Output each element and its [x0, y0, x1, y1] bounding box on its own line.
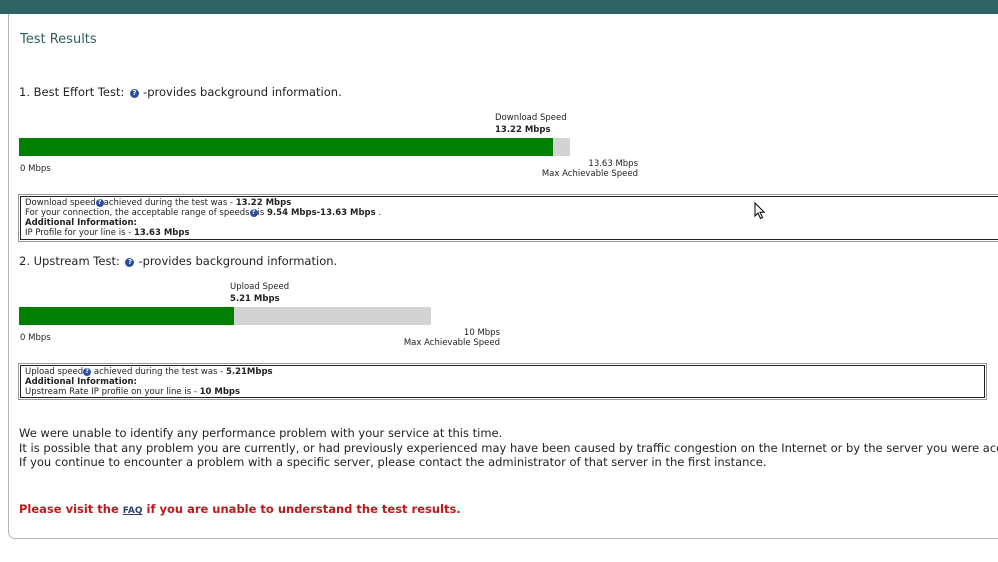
- faq-link[interactable]: FAQ: [123, 506, 143, 516]
- upload-info-line-1: Upload speed? achieved during the test w…: [25, 367, 980, 377]
- best-effort-heading: 1. Best Effort Test: ? -provides backgrou…: [19, 85, 342, 99]
- upstream-heading: 2. Upstream Test: ? -provides background …: [19, 254, 337, 268]
- top-header-bar: [0, 0, 998, 14]
- range-help-icon[interactable]: ?: [249, 209, 258, 217]
- download-info-prefix: Download speed: [25, 198, 96, 208]
- result-message-line-1: We were unable to identify any performan…: [19, 426, 503, 440]
- upload-info-box: Upload speed? achieved during the test w…: [18, 363, 987, 400]
- upload-speed-value: 5.21 Mbps: [230, 294, 280, 304]
- download-max-label: 13.63 Mbps: [588, 159, 638, 169]
- upload-max-label: 10 Mbps: [463, 328, 500, 338]
- upload-min-label: 0 Mbps: [20, 333, 51, 343]
- faq-notice: Please visit the FAQ if you are unable t…: [19, 502, 461, 516]
- upload-max-caption: Max Achievable Speed: [403, 338, 500, 348]
- range-info-prefix: For your connection, the acceptable rang…: [25, 208, 250, 218]
- range-info-end: .: [375, 208, 382, 218]
- download-info-line-1: Download speed? achieved during the test …: [25, 198, 998, 208]
- download-speed-label: Download Speed: [495, 113, 567, 123]
- faq-notice-prefix: Please visit the: [19, 502, 123, 516]
- download-speed-help-icon[interactable]: ?: [95, 199, 104, 207]
- upload-info-prefix: Upload speed: [25, 367, 84, 377]
- range-info-mid: is: [257, 208, 268, 218]
- ip-profile-prefix: IP Profile for your line is -: [25, 228, 134, 238]
- download-speed-value: 13.22 Mbps: [495, 125, 551, 135]
- upload-speed-bar-fill: [19, 307, 234, 325]
- upload-info-line-3: Upstream Rate IP profile on your line is…: [25, 387, 980, 397]
- download-speed-bar-fill: [19, 138, 553, 156]
- upstream-profile-value: 10 Mbps: [199, 387, 241, 397]
- result-message-line-3: If you continue to encounter a problem w…: [19, 455, 767, 469]
- download-info-value: 13.22 Mbps: [235, 198, 292, 208]
- upload-speed-bar-track: [19, 307, 431, 325]
- download-info-mid: achieved during the test was -: [103, 198, 236, 208]
- result-message-line-2: It is possible that any problem you are …: [19, 440, 998, 455]
- download-info-line-4: IP Profile for your line is - 13.63 Mbps: [25, 228, 998, 238]
- range-info-value: 9.54 Mbps-13.63 Mbps: [267, 208, 376, 218]
- faq-notice-suffix: if you are unable to understand the test…: [142, 502, 461, 516]
- ip-profile-value: 13.63 Mbps: [133, 228, 190, 238]
- download-info-line-2: For your connection, the acceptable rang…: [25, 208, 998, 218]
- download-additional-info-heading: Additional Information:: [25, 218, 137, 228]
- upstream-heading-suffix: -provides background information.: [138, 254, 338, 268]
- upstream-heading-label: 2. Upstream Test:: [19, 254, 120, 268]
- best-effort-help-icon[interactable]: ?: [130, 89, 140, 98]
- best-effort-heading-label: 1. Best Effort Test:: [19, 85, 125, 99]
- upload-additional-info-heading: Additional Information:: [25, 377, 137, 387]
- upload-speed-label: Upload Speed: [230, 282, 290, 292]
- best-effort-heading-suffix: -provides background information.: [143, 85, 342, 99]
- page-title: Test Results: [20, 32, 97, 47]
- mouse-cursor-icon: [754, 202, 766, 220]
- upstream-help-icon[interactable]: ?: [125, 258, 135, 267]
- download-max-caption: Max Achievable Speed: [541, 169, 638, 179]
- download-info-box: Download speed? achieved during the test …: [18, 194, 998, 242]
- result-message: We were unable to identify any performan…: [19, 426, 998, 470]
- upload-speed-help-icon[interactable]: ?: [83, 368, 92, 376]
- download-speed-bar-track: [19, 138, 570, 156]
- upstream-profile-prefix: Upstream Rate IP profile on your line is…: [25, 387, 200, 397]
- upload-info-mid: achieved during the test was -: [91, 367, 226, 377]
- upload-info-value: 5.21Mbps: [225, 367, 273, 377]
- download-min-label: 0 Mbps: [20, 164, 51, 174]
